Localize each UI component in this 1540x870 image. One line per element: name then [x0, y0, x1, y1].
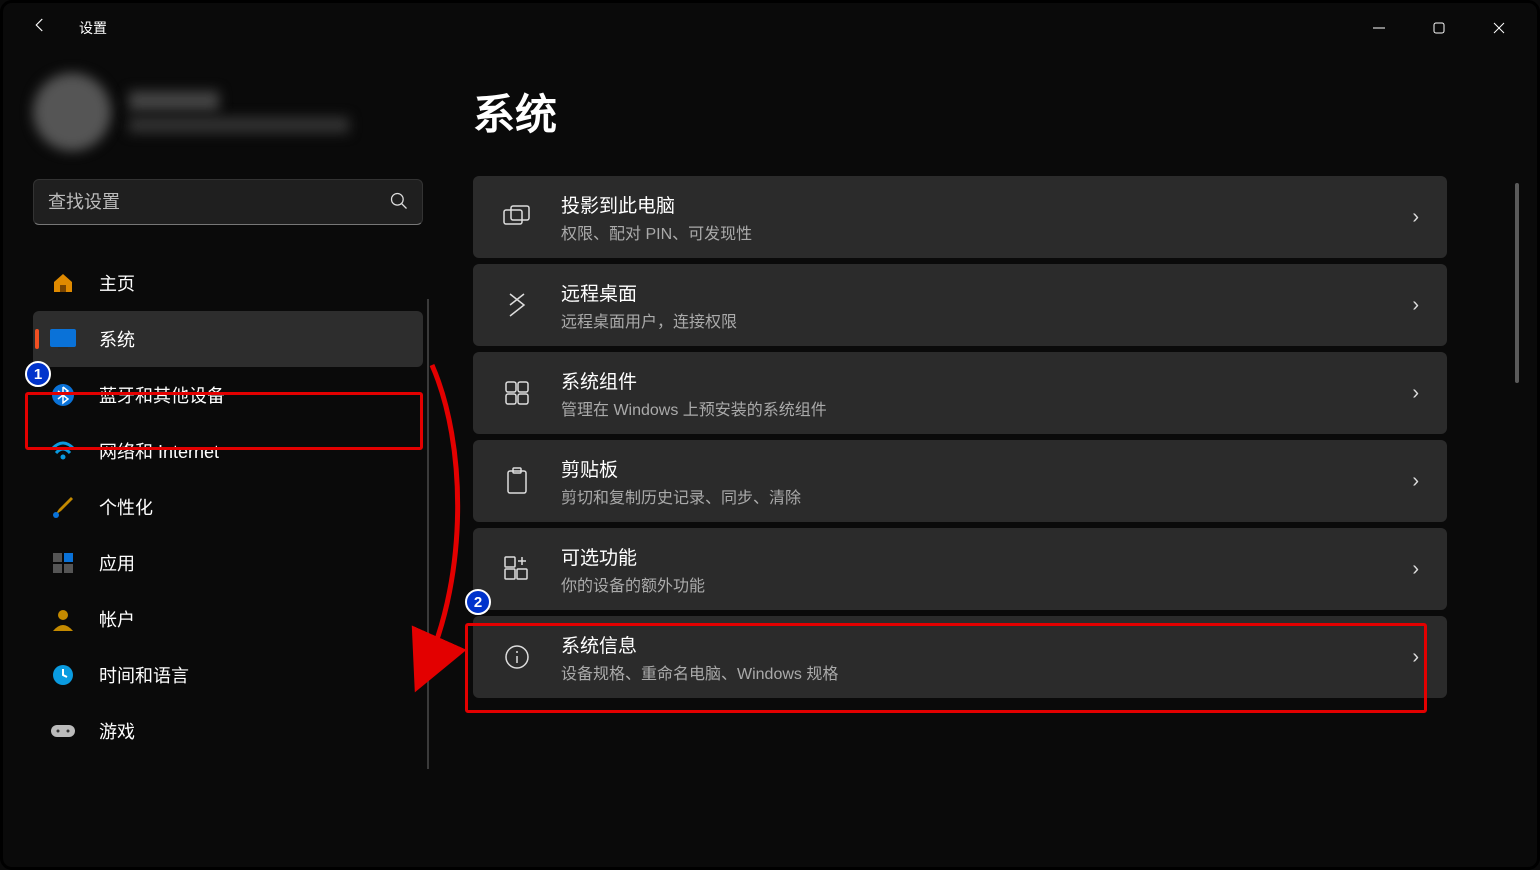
sidebar-item-system[interactable]: 系统 — [33, 311, 423, 367]
card-project-to-pc[interactable]: 投影到此电脑 权限、配对 PIN、可发现性 › — [473, 176, 1447, 258]
project-icon — [501, 205, 533, 229]
card-title: 远程桌面 — [561, 279, 737, 306]
card-title: 系统信息 — [561, 631, 838, 658]
chevron-right-icon: › — [1412, 206, 1419, 229]
chevron-right-icon: › — [1412, 294, 1419, 317]
app-title: 设置 — [79, 18, 107, 38]
card-sub: 你的设备的额外功能 — [561, 572, 705, 596]
user-text — [129, 91, 349, 133]
sidebar-item-gaming[interactable]: 游戏 — [33, 703, 423, 759]
card-remote-desktop[interactable]: 远程桌面 远程桌面用户，连接权限 › — [473, 264, 1447, 346]
components-icon — [501, 380, 533, 406]
chevron-right-icon: › — [1412, 382, 1419, 405]
avatar — [33, 73, 111, 151]
card-sub: 远程桌面用户，连接权限 — [561, 308, 737, 332]
chevron-right-icon: › — [1412, 646, 1419, 669]
system-icon — [49, 325, 77, 353]
person-icon — [49, 605, 77, 633]
sidebar-item-label: 帐户 — [99, 606, 135, 632]
search-wrap — [33, 179, 423, 225]
sidebar-item-label: 时间和语言 — [99, 662, 189, 688]
sidebar-item-accounts[interactable]: 帐户 — [33, 591, 423, 647]
sidebar-item-label: 网络和 Internet — [99, 438, 219, 464]
window-controls — [1349, 8, 1529, 48]
bluetooth-icon — [49, 381, 77, 409]
card-about[interactable]: 系统信息 设备规格、重命名电脑、Windows 规格 › — [473, 616, 1447, 698]
sidebar-item-bluetooth[interactable]: 蓝牙和其他设备 — [33, 367, 423, 423]
card-sub: 管理在 Windows 上预安装的系统组件 — [561, 396, 827, 420]
card-sub: 权限、配对 PIN、可发现性 — [561, 220, 752, 244]
sidebar-item-time-language[interactable]: 时间和语言 — [33, 647, 423, 703]
titlebar: 设置 — [3, 3, 1537, 53]
page-title: 系统 — [473, 81, 1447, 142]
card-title: 投影到此电脑 — [561, 191, 752, 218]
card-system-components[interactable]: 系统组件 管理在 Windows 上预安装的系统组件 › — [473, 352, 1447, 434]
chevron-right-icon: › — [1412, 558, 1419, 581]
close-button[interactable] — [1469, 8, 1529, 48]
main-scrollbar[interactable] — [1515, 183, 1519, 383]
search-input[interactable] — [33, 179, 423, 225]
sidebar-item-personalization[interactable]: 个性化 — [33, 479, 423, 535]
sidebar-item-label: 游戏 — [99, 718, 135, 744]
card-title: 剪贴板 — [561, 455, 801, 482]
card-sub: 设备规格、重命名电脑、Windows 规格 — [561, 660, 838, 684]
card-clipboard[interactable]: 剪贴板 剪切和复制历史记录、同步、清除 › — [473, 440, 1447, 522]
search-icon — [389, 191, 409, 216]
clock-icon — [49, 661, 77, 689]
nav: 主页 系统 蓝牙和其他设备 网络和 Internet — [33, 255, 433, 759]
clipboard-icon — [501, 467, 533, 495]
brush-icon — [49, 493, 77, 521]
apps-icon — [49, 549, 77, 577]
sidebar-item-label: 主页 — [99, 270, 135, 296]
maximize-button[interactable] — [1409, 8, 1469, 48]
back-button[interactable] — [31, 16, 49, 40]
sidebar-item-label: 系统 — [99, 326, 135, 352]
card-sub: 剪切和复制历史记录、同步、清除 — [561, 484, 801, 508]
main: 系统 投影到此电脑 权限、配对 PIN、可发现性 › 远程桌面 远程桌面用户， — [433, 53, 1537, 867]
card-optional-features[interactable]: 可选功能 你的设备的额外功能 › — [473, 528, 1447, 610]
sidebar-item-home[interactable]: 主页 — [33, 255, 423, 311]
active-indicator — [35, 329, 39, 349]
sidebar: 主页 系统 蓝牙和其他设备 网络和 Internet — [3, 53, 433, 867]
sidebar-item-label: 个性化 — [99, 494, 153, 520]
card-title: 可选功能 — [561, 543, 705, 570]
sidebar-item-network[interactable]: 网络和 Internet — [33, 423, 423, 479]
sidebar-item-label: 应用 — [99, 550, 135, 576]
gamepad-icon — [49, 717, 77, 745]
sidebar-item-apps[interactable]: 应用 — [33, 535, 423, 591]
info-icon — [501, 644, 533, 670]
sidebar-item-label: 蓝牙和其他设备 — [99, 382, 225, 408]
home-icon — [49, 269, 77, 297]
optional-features-icon — [501, 555, 533, 583]
wifi-icon — [49, 437, 77, 465]
card-title: 系统组件 — [561, 367, 827, 394]
settings-cards: 投影到此电脑 权限、配对 PIN、可发现性 › 远程桌面 远程桌面用户，连接权限… — [473, 176, 1447, 698]
minimize-button[interactable] — [1349, 8, 1409, 48]
chevron-right-icon: › — [1412, 470, 1419, 493]
user-block[interactable] — [33, 73, 433, 151]
sidebar-scrollbar[interactable] — [427, 299, 429, 769]
remote-icon — [501, 292, 533, 318]
